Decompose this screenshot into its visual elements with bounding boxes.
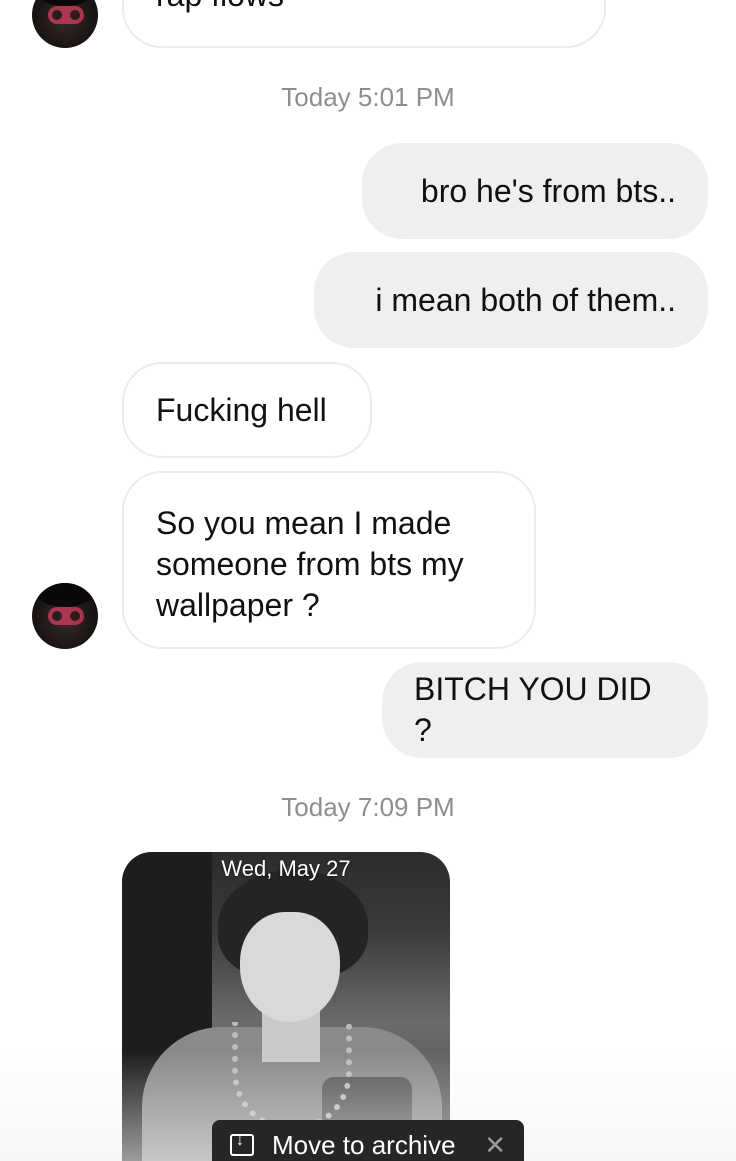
message-text: BITCH YOU DID ?: [414, 671, 652, 748]
message-outgoing[interactable]: bro he's from bts..: [362, 143, 708, 239]
move-to-archive-toast[interactable]: Move to archive ✕: [212, 1120, 524, 1161]
message-outgoing[interactable]: i mean both of them..: [314, 252, 708, 348]
photo-face: [240, 912, 340, 1022]
avatar-mask: [48, 6, 84, 24]
message-incoming[interactable]: So you mean I made someone from bts my w…: [122, 471, 536, 649]
message-incoming[interactable]: Fucking hell: [122, 362, 372, 458]
timestamp: Today 7:09 PM: [281, 792, 455, 822]
message-text: So you mean I made someone from bts my w…: [156, 505, 464, 623]
message-text: Fucking hell: [156, 391, 327, 428]
message-outgoing[interactable]: BITCH YOU DID ?: [382, 662, 708, 758]
shared-photo[interactable]: Wed, May 27: [122, 852, 450, 1161]
contact-avatar[interactable]: [32, 583, 98, 649]
message-text: rap flows: [156, 0, 284, 16]
archive-icon: [230, 1132, 254, 1156]
timestamp: Today 5:01 PM: [281, 82, 455, 112]
close-icon[interactable]: ✕: [484, 1130, 506, 1161]
photo-date-label: Wed, May 27: [221, 856, 351, 881]
avatar-mask: [48, 607, 84, 625]
avatar-hair: [36, 583, 94, 607]
message-text: i mean both of them..: [375, 281, 676, 318]
chat-screen: rap flows Today 5:01 PM bro he's from bt…: [0, 0, 736, 1161]
toast-label: Move to archive: [272, 1130, 456, 1160]
contact-avatar[interactable]: [32, 0, 98, 48]
message-incoming[interactable]: rap flows: [122, 0, 606, 48]
message-text: bro he's from bts..: [420, 172, 676, 209]
